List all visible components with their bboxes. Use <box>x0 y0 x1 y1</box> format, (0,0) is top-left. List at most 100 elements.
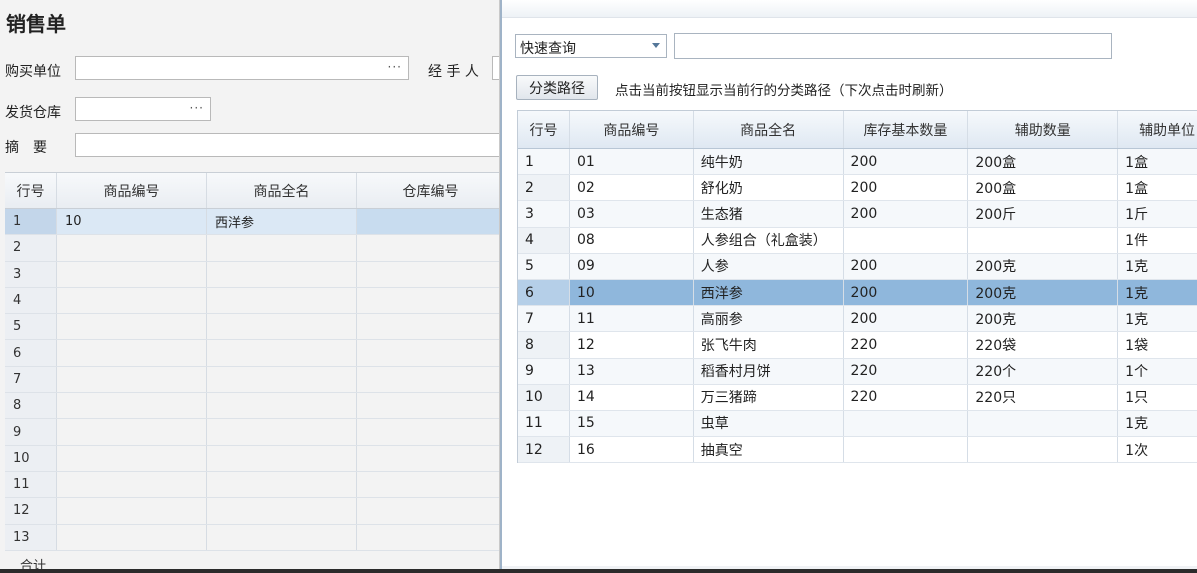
aux-qty-cell[interactable]: 200盒 <box>968 149 1119 175</box>
stock-qty-cell[interactable]: 200 <box>843 253 969 279</box>
stock-qty-cell[interactable] <box>843 410 969 437</box>
quick-search-input[interactable] <box>674 33 1112 59</box>
col-header-product-code[interactable]: 商品编号 <box>57 173 207 208</box>
product-code-cell[interactable] <box>57 524 207 550</box>
product-name-cell[interactable]: 人参组合（礼盒装） <box>694 227 844 253</box>
chevron-down-icon[interactable] <box>652 43 660 48</box>
aux-unit-cell[interactable]: 1克 <box>1118 410 1197 437</box>
table-row[interactable]: 7 <box>5 366 499 394</box>
product-code-cell[interactable] <box>57 498 207 524</box>
category-path-button[interactable]: 分类路径 <box>516 75 598 100</box>
product-code-cell[interactable] <box>57 235 207 261</box>
col-header-row-no[interactable]: 行号 <box>518 111 570 148</box>
warehouse-field[interactable]: ··· <box>75 97 211 121</box>
product-code-cell[interactable] <box>57 340 207 366</box>
row-no-cell[interactable]: 1 <box>518 149 570 175</box>
product-code-cell[interactable]: 09 <box>569 253 694 279</box>
table-row[interactable]: 4 08 人参组合（礼盒装） 1件 <box>518 227 1197 254</box>
warehouse-code-cell[interactable] <box>357 419 499 444</box>
col-header-row-no[interactable]: 行号 <box>5 173 57 208</box>
table-row[interactable]: 5 <box>5 314 499 341</box>
stock-qty-cell[interactable]: 200 <box>843 201 969 227</box>
col-header-aux-unit[interactable]: 辅助单位 <box>1118 111 1197 148</box>
product-code-cell[interactable]: 13 <box>569 358 694 384</box>
row-no-cell[interactable]: 8 <box>518 332 570 358</box>
product-name-cell[interactable]: 纯牛奶 <box>693 149 844 175</box>
table-row[interactable]: 3 <box>5 261 499 288</box>
product-code-cell[interactable] <box>57 261 207 287</box>
aux-unit-cell[interactable]: 1斤 <box>1118 201 1197 227</box>
product-code-cell[interactable]: 08 <box>570 227 694 253</box>
warehouse-code-cell[interactable] <box>357 262 499 287</box>
product-name-cell[interactable] <box>207 235 357 261</box>
product-name-cell[interactable]: 抽真空 <box>694 437 844 463</box>
product-name-cell[interactable] <box>207 498 357 524</box>
row-no-cell[interactable]: 9 <box>518 358 570 384</box>
table-row[interactable]: 6 <box>5 340 499 367</box>
product-code-cell[interactable] <box>57 393 207 419</box>
stock-qty-cell[interactable] <box>844 437 969 463</box>
product-name-cell[interactable] <box>207 419 357 445</box>
table-row[interactable]: 8 <box>5 393 499 420</box>
table-row[interactable]: 9 13 稻香村月饼 220 220个 1个 <box>518 358 1197 385</box>
aux-qty-cell[interactable] <box>968 227 1119 253</box>
warehouse-code-cell[interactable] <box>357 525 499 550</box>
table-row[interactable]: 4 <box>5 287 499 315</box>
product-name-cell[interactable] <box>207 471 357 498</box>
table-row[interactable]: 2 <box>5 235 499 262</box>
table-row[interactable]: 10 14 万三猪蹄 220 220只 1只 <box>518 384 1197 411</box>
table-row[interactable]: 2 02 舒化奶 200 200盒 1盒 <box>518 175 1197 202</box>
aux-unit-cell[interactable]: 1盒 <box>1118 175 1197 200</box>
aux-unit-cell[interactable]: 1只 <box>1118 385 1197 410</box>
warehouse-code-cell[interactable] <box>357 472 499 497</box>
aux-qty-cell[interactable]: 220个 <box>968 358 1119 384</box>
table-row[interactable]: 11 <box>5 471 499 499</box>
aux-qty-cell[interactable] <box>968 437 1119 463</box>
product-code-cell[interactable]: 10 <box>569 279 694 306</box>
warehouse-browse-icon[interactable]: ··· <box>190 101 204 115</box>
product-name-cell[interactable] <box>207 366 357 393</box>
aux-qty-cell[interactable]: 220只 <box>968 384 1119 410</box>
aux-qty-cell[interactable]: 200斤 <box>968 201 1119 227</box>
row-no-cell[interactable]: 4 <box>518 227 570 253</box>
stock-qty-cell[interactable]: 200 <box>843 279 969 306</box>
product-name-cell[interactable] <box>207 261 357 287</box>
col-header-warehouse-code[interactable]: 仓库编号 <box>357 173 499 208</box>
product-name-cell[interactable]: 西洋参 <box>693 279 844 306</box>
summary-field[interactable] <box>75 133 499 157</box>
table-row[interactable]: 6 10 西洋参 200 200克 1克 <box>518 279 1197 307</box>
aux-unit-cell[interactable]: 1克 <box>1118 306 1197 332</box>
product-code-cell[interactable]: 11 <box>569 306 694 332</box>
table-row[interactable]: 9 <box>5 419 499 446</box>
product-code-cell[interactable] <box>57 419 207 445</box>
warehouse-code-cell[interactable] <box>357 209 499 235</box>
aux-qty-cell[interactable]: 200克 <box>968 279 1119 306</box>
warehouse-code-cell[interactable] <box>357 340 499 365</box>
product-name-cell[interactable] <box>207 340 357 366</box>
warehouse-code-cell[interactable] <box>357 367 499 392</box>
product-name-cell[interactable]: 生态猪 <box>693 201 844 227</box>
row-no-cell[interactable]: 3 <box>518 201 570 227</box>
row-no-cell[interactable]: 6 <box>518 279 570 306</box>
product-name-cell[interactable] <box>207 393 357 419</box>
handler-field[interactable] <box>492 56 499 80</box>
product-name-cell[interactable]: 舒化奶 <box>694 175 844 201</box>
aux-unit-cell[interactable]: 1个 <box>1118 358 1197 384</box>
product-code-cell[interactable]: 10 <box>57 209 207 235</box>
aux-qty-cell[interactable] <box>968 410 1119 437</box>
row-no-cell[interactable]: 5 <box>518 253 570 279</box>
aux-qty-cell[interactable]: 200盒 <box>968 175 1119 201</box>
product-code-cell[interactable] <box>57 287 207 314</box>
product-name-cell[interactable] <box>207 445 357 471</box>
warehouse-code-cell[interactable] <box>357 235 499 260</box>
stock-qty-cell[interactable] <box>844 227 969 253</box>
table-row[interactable]: 3 03 生态猪 200 200斤 1斤 <box>518 201 1197 228</box>
col-header-stock-qty[interactable]: 库存基本数量 <box>844 111 969 148</box>
aux-qty-cell[interactable]: 200克 <box>968 253 1119 279</box>
product-code-cell[interactable]: 01 <box>569 149 694 175</box>
aux-unit-cell[interactable]: 1次 <box>1118 437 1197 462</box>
aux-unit-cell[interactable]: 1克 <box>1118 253 1197 279</box>
aux-unit-cell[interactable]: 1袋 <box>1118 332 1197 357</box>
product-code-cell[interactable] <box>57 314 207 340</box>
table-row[interactable]: 1 10 西洋参 <box>5 209 499 236</box>
